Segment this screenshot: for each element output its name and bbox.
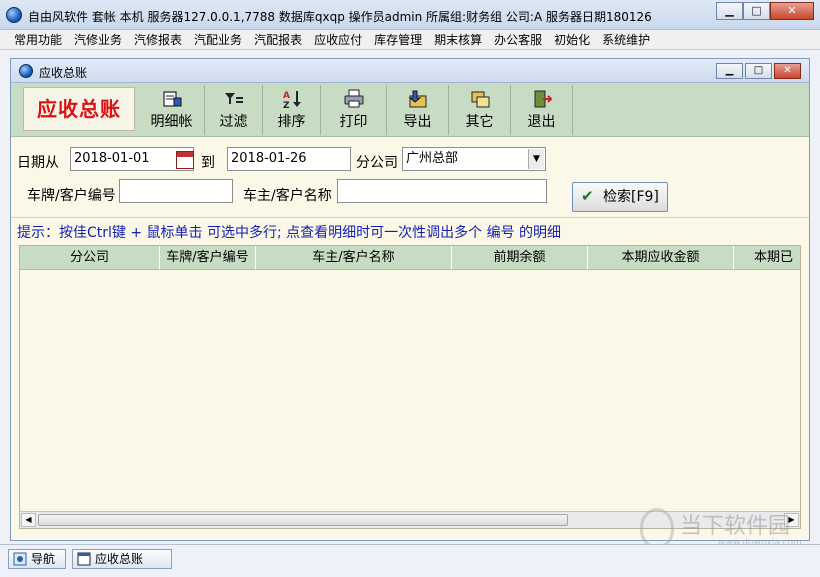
menu-item-parts-reports[interactable]: 汽配报表 <box>248 30 308 50</box>
column-header-current-receivable[interactable]: 本期应收金额 <box>588 246 734 270</box>
window-taskbar: 导航 应收总账 <box>0 544 820 577</box>
hint-text: 提示：按佳Ctrl键 + 鼠标单击 可选中多行; 点查看明细时可一次性调出多个 … <box>17 225 562 241</box>
menu-item-initialize[interactable]: 初始化 <box>548 30 596 50</box>
svg-text:A: A <box>283 91 290 101</box>
child-minimize-icon[interactable]: ▁ <box>716 63 743 79</box>
column-header-plate[interactable]: 车牌/客户编号 <box>160 246 256 270</box>
printer-icon <box>344 89 363 108</box>
calendar-icon[interactable] <box>176 151 194 169</box>
filter-panel: 日期从 2018-01-01 到 2018-01-26 分公司 广州总部 ▼ 车… <box>11 138 809 218</box>
export-icon <box>408 90 426 108</box>
table-header: 分公司 车牌/客户编号 车主/客户名称 前期余额 本期应收金额 本期已 <box>20 246 800 270</box>
ledger-detail-icon <box>162 91 181 107</box>
window-controls: ▁ □ ✕ <box>716 2 814 20</box>
child-window-icon <box>19 64 33 78</box>
taskbar-navigation[interactable]: 导航 <box>8 549 66 569</box>
taskbar-receivable-ledger[interactable]: 应收总账 <box>72 549 172 569</box>
column-header-prior-balance[interactable]: 前期余额 <box>452 246 588 270</box>
print-button[interactable]: 打印 <box>321 85 387 135</box>
page-title: 应收总账 <box>23 87 135 131</box>
child-maximize-icon[interactable]: □ <box>745 63 772 79</box>
checkmark-icon: ✔ <box>581 187 594 205</box>
menu-item-period-end[interactable]: 期末核算 <box>428 30 488 50</box>
child-title: 应收总账 <box>39 66 88 80</box>
svg-text:Z: Z <box>283 101 290 109</box>
app-title-bar: 自由风软件 套帐 本机 服务器127.0.0.1,7788 数据库qxqp 操作… <box>0 0 820 30</box>
search-button[interactable]: ✔ 检索[F9] <box>572 182 668 212</box>
menu-bar: 常用功能 汽修业务 汽修报表 汽配业务 汽配报表 应收应付 库存管理 期末核算 … <box>0 30 820 50</box>
close-icon[interactable]: ✕ <box>770 2 814 20</box>
exit-button[interactable]: 退出 <box>511 85 573 135</box>
sort-button[interactable]: A Z 排序 <box>263 85 321 135</box>
export-button[interactable]: 导出 <box>387 85 449 135</box>
menu-item-repair-reports[interactable]: 汽修报表 <box>128 30 188 50</box>
menu-item-system[interactable]: 系统维护 <box>596 30 656 50</box>
scroll-thumb[interactable] <box>38 514 568 526</box>
other-button[interactable]: 其它 <box>449 85 511 135</box>
owner-input[interactable] <box>337 179 547 203</box>
ledger-table: 分公司 车牌/客户编号 车主/客户名称 前期余额 本期应收金额 本期已 ◀ ▶ <box>19 245 801 529</box>
navigation-icon <box>13 552 27 566</box>
child-window-controls: ▁ □ ✕ <box>716 63 801 79</box>
filter-icon <box>224 93 243 104</box>
menu-item-office[interactable]: 办公客服 <box>488 30 548 50</box>
menu-item-parts-business[interactable]: 汽配业务 <box>188 30 248 50</box>
date-to-label: 到 <box>201 155 215 171</box>
receivable-ledger-window: 应收总账 ▁ □ ✕ 应收总账 明细帐 过滤 A Z 排序 打印 导出 其它 退… <box>10 58 810 541</box>
minimize-icon[interactable]: ▁ <box>716 2 743 20</box>
app-title: 自由风软件 套帐 本机 服务器127.0.0.1,7788 数据库qxqp 操作… <box>28 10 652 24</box>
column-header-owner[interactable]: 车主/客户名称 <box>256 246 452 270</box>
date-from-label: 日期从 <box>17 155 59 171</box>
search-button-label: 检索[F9] <box>603 189 659 205</box>
plate-input[interactable] <box>119 179 233 203</box>
watermark-logo-icon <box>640 508 674 548</box>
owner-label: 车主/客户名称 <box>243 188 332 204</box>
child-title-bar: 应收总账 ▁ □ ✕ <box>11 59 809 83</box>
maximize-icon[interactable]: □ <box>743 2 770 20</box>
menu-item-receivable-payable[interactable]: 应收应付 <box>308 30 368 50</box>
exit-icon <box>534 90 552 108</box>
scroll-left-icon[interactable]: ◀ <box>21 513 36 527</box>
watermark-text: 当下软件园 <box>680 514 791 539</box>
menu-item-repair-business[interactable]: 汽修业务 <box>68 30 128 50</box>
toolbar: 应收总账 明细帐 过滤 A Z 排序 打印 导出 其它 退出 <box>11 83 809 137</box>
window-icon <box>77 552 91 566</box>
plate-label: 车牌/客户编号 <box>27 188 116 204</box>
column-header-current-received[interactable]: 本期已 <box>734 246 800 270</box>
menu-item-common[interactable]: 常用功能 <box>8 30 68 50</box>
date-to-field[interactable]: 2018-01-26 <box>227 147 351 171</box>
other-icon <box>471 91 489 108</box>
branch-select-value: 广州总部 <box>406 151 459 166</box>
app-logo-icon <box>6 7 22 23</box>
branch-select[interactable]: 广州总部 <box>402 147 546 171</box>
child-close-icon[interactable]: ✕ <box>774 63 801 79</box>
chevron-down-icon[interactable]: ▼ <box>528 149 544 169</box>
branch-label: 分公司 <box>356 155 398 171</box>
column-header-branch[interactable]: 分公司 <box>20 246 160 270</box>
sort-icon: A Z <box>283 91 301 109</box>
menu-item-inventory[interactable]: 库存管理 <box>368 30 428 50</box>
filter-button[interactable]: 过滤 <box>205 85 263 135</box>
ledger-detail-button[interactable]: 明细帐 <box>139 85 205 135</box>
